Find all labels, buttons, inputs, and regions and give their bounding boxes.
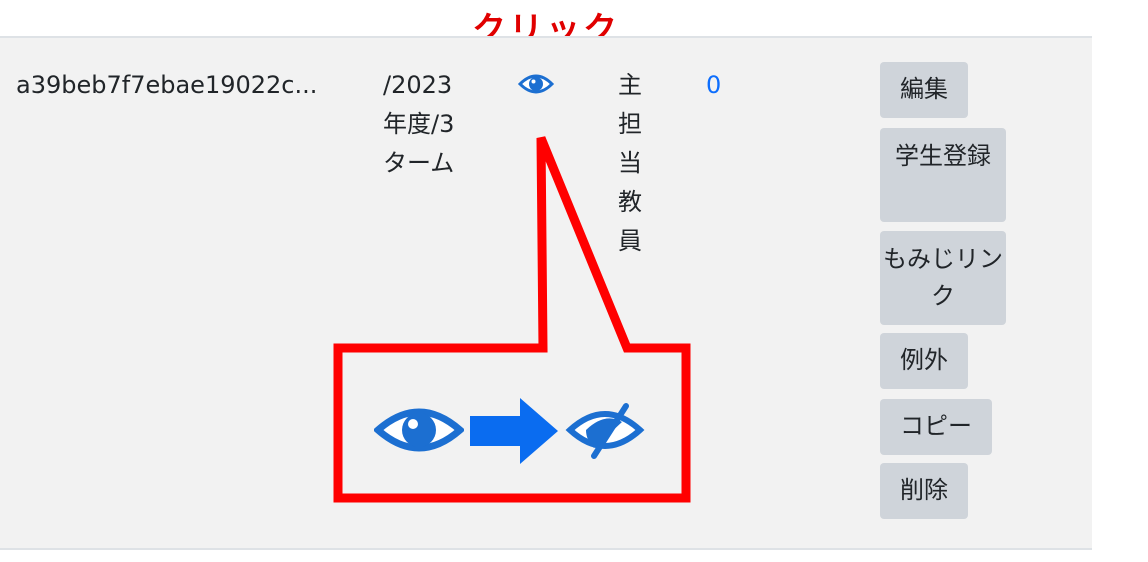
eye-icon bbox=[372, 400, 466, 464]
callout-annotation bbox=[333, 136, 691, 503]
right-arrow-icon bbox=[468, 396, 560, 470]
eye-slash-icon bbox=[564, 400, 646, 464]
